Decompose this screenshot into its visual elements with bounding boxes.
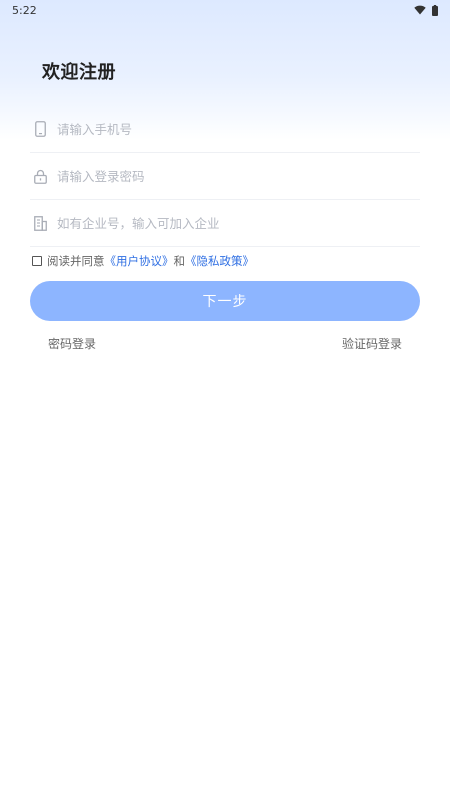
phone-field[interactable]	[30, 106, 420, 153]
phone-icon	[32, 121, 48, 137]
status-time: 5:22	[12, 3, 37, 17]
enterprise-input[interactable]	[57, 215, 377, 231]
privacy-policy-link[interactable]: 《隐私政策》	[185, 253, 254, 269]
status-bar: 5:22	[0, 0, 450, 20]
status-icons	[414, 4, 438, 16]
phone-input[interactable]	[57, 121, 377, 137]
wifi-icon	[414, 5, 426, 15]
agreement-and: 和	[173, 254, 186, 268]
agreement-prefix: 阅读并同意	[47, 254, 105, 268]
next-button[interactable]: 下一步	[30, 281, 420, 321]
code-login-link[interactable]: 验证码登录	[342, 335, 402, 352]
agreement-row: 阅读并同意 《用户协议》 和 《隐私政策》	[32, 253, 254, 269]
agreement-checkbox[interactable]	[32, 256, 42, 266]
password-field[interactable]	[30, 153, 420, 200]
enterprise-field[interactable]	[30, 200, 420, 247]
page-title: 欢迎注册	[42, 62, 116, 83]
lock-icon	[32, 168, 48, 184]
password-input[interactable]	[57, 168, 377, 184]
building-icon	[32, 215, 48, 231]
user-agreement-link[interactable]: 《用户协议》	[105, 253, 174, 269]
battery-icon	[432, 4, 438, 16]
password-login-link[interactable]: 密码登录	[48, 335, 96, 352]
